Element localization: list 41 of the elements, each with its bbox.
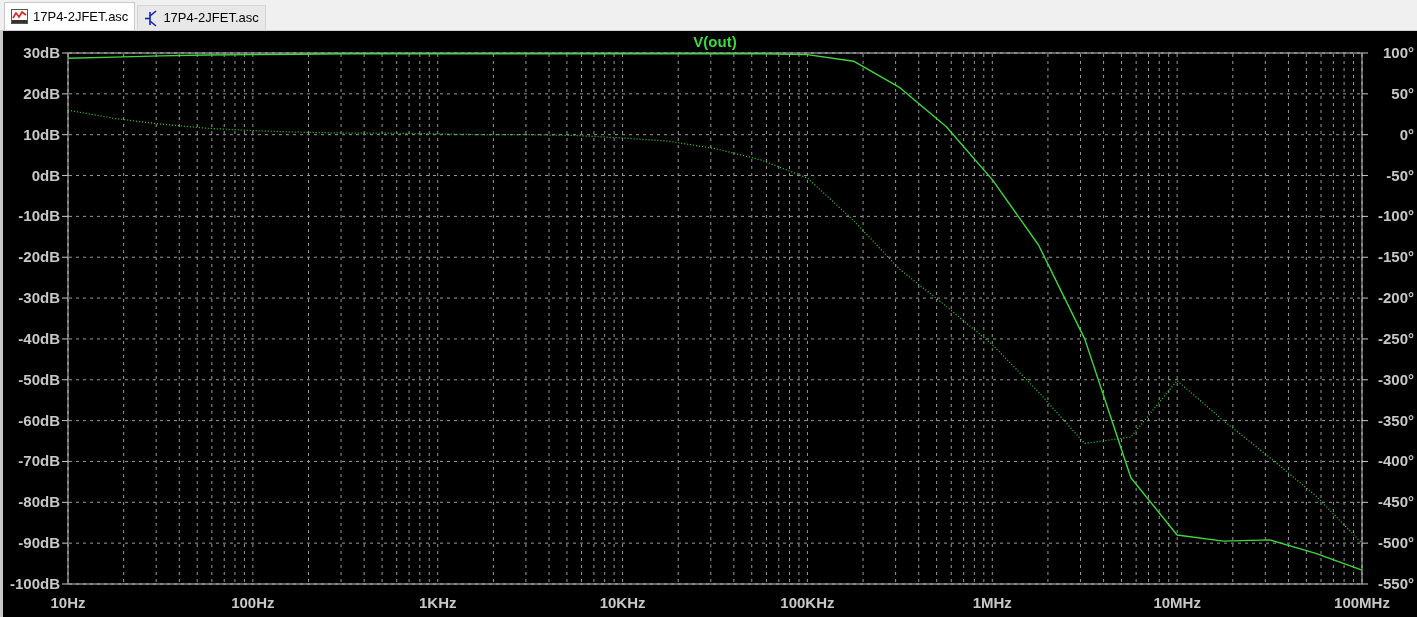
y-axis-label: -350° — [1377, 411, 1414, 429]
y-axis-label: -300° — [1377, 370, 1414, 388]
waveform-plot-icon — [11, 9, 28, 24]
x-axis-label: 1KHz — [418, 594, 457, 611]
y-axis-label: 100° — [1382, 44, 1414, 61]
y-axis-label: -40dB — [18, 329, 60, 347]
document-tab[interactable]: 17P4-2JFET.asc — [137, 5, 266, 30]
y-axis-label: -150° — [1377, 248, 1414, 266]
y-axis-label: 30dB — [23, 44, 60, 61]
x-axis-label: 100KHz — [780, 594, 835, 611]
y-axis-label: -50dB — [18, 370, 60, 388]
y-axis-label: -450° — [1377, 493, 1414, 511]
y-axis-label: -250° — [1377, 329, 1414, 347]
x-axis-label: 10MHz — [1153, 594, 1201, 611]
y-axis-label: 10dB — [23, 125, 60, 143]
y-axis-label: -500° — [1377, 534, 1414, 552]
y-axis-label: -200° — [1377, 289, 1414, 307]
y-axis-label: -550° — [1377, 575, 1414, 592]
x-axis-label: 100Hz — [231, 594, 275, 611]
x-axis-label: 100MHz — [1334, 594, 1390, 611]
y-axis-label: -10dB — [18, 207, 60, 225]
trace-title: V(out) — [693, 33, 737, 50]
y-axis-label: -70dB — [18, 452, 60, 470]
document-tab[interactable]: 17P4-2JFET.asc — [4, 2, 136, 30]
y-axis-label: -60dB — [18, 411, 60, 429]
y-axis-label: 20dB — [23, 84, 60, 102]
y-axis-label: 0dB — [31, 166, 60, 184]
x-axis-label: 10KHz — [599, 594, 646, 611]
y-axis-label: -100° — [1377, 207, 1414, 225]
y-axis-label: -100dB — [9, 575, 60, 592]
x-axis-label: 10Hz — [50, 594, 86, 611]
x-axis-label: 1MHz — [972, 594, 1012, 611]
y-axis-label: 50° — [1391, 84, 1414, 102]
transistor-icon — [144, 9, 159, 27]
y-axis-label: -90dB — [18, 534, 60, 552]
y-axis-label: 0° — [1399, 125, 1414, 143]
y-axis-label: -20dB — [18, 248, 60, 266]
y-axis-label: -400° — [1377, 452, 1414, 470]
y-axis-label: -30dB — [18, 289, 60, 307]
y-axis-label: -50° — [1386, 166, 1414, 184]
y-axis-label: -80dB — [18, 493, 60, 511]
